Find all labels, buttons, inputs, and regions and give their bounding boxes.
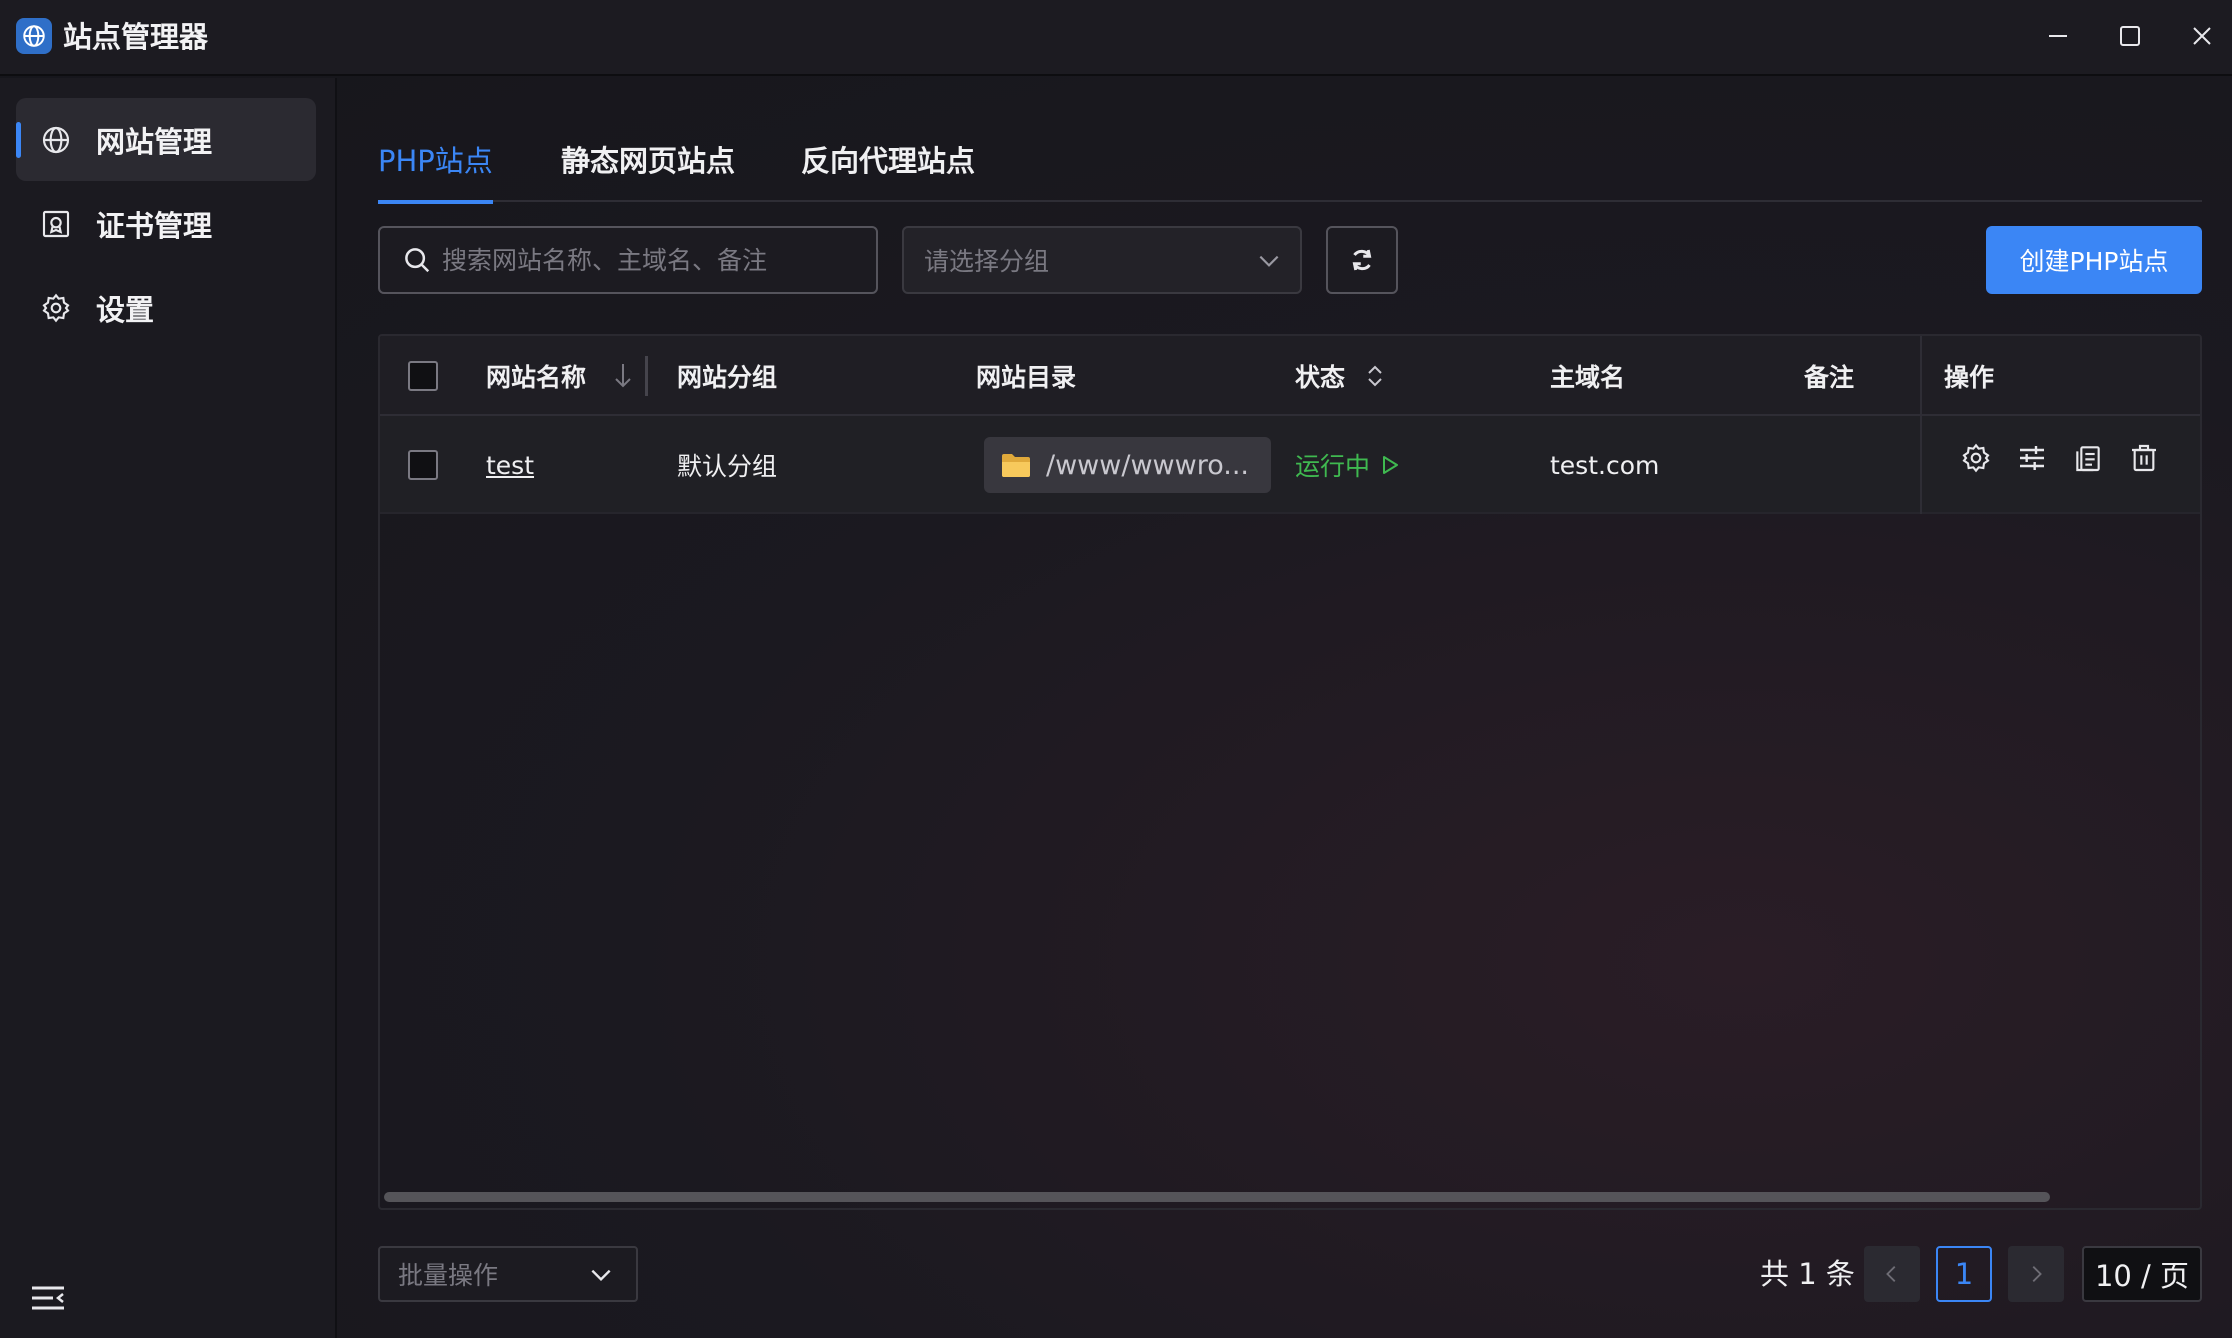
sidebar-item-label: 证书管理	[96, 208, 213, 243]
site-settings-button[interactable]	[1956, 438, 1996, 478]
row-checkbox[interactable]	[408, 450, 438, 480]
title-bar: 站点管理器	[0, 0, 2232, 76]
select-all-checkbox-cell	[408, 336, 438, 416]
gear-icon	[42, 293, 70, 322]
sidebar-item-certificates[interactable]: 证书管理	[16, 182, 316, 265]
maximize-button[interactable]	[2108, 16, 2152, 56]
site-config-button[interactable]	[2012, 438, 2052, 478]
copy-icon	[2076, 446, 2100, 472]
tab-php-sites[interactable]: PHP站点	[378, 138, 493, 204]
column-header-remark: 备注	[1804, 363, 1855, 392]
sidebar-collapse-button[interactable]	[28, 1280, 68, 1316]
minimize-icon	[2049, 35, 2067, 37]
select-all-checkbox[interactable]	[408, 361, 438, 391]
trash-icon	[2132, 444, 2156, 472]
app-window: 站点管理器 网站管理 证书管理 设置 PHP站点 静态网页站点 反向代理站点 搜…	[0, 0, 2232, 1338]
chevron-down-icon	[1259, 255, 1279, 267]
search-input[interactable]	[442, 245, 862, 275]
actions-column	[1920, 336, 2200, 514]
sidebar-item-label: 设置	[96, 292, 155, 327]
globe-icon	[16, 18, 52, 54]
certificate-icon	[42, 210, 70, 237]
create-php-site-button[interactable]: 创建PHP站点	[1986, 226, 2202, 294]
site-group: 默认分组	[677, 452, 778, 481]
search-icon	[405, 248, 430, 273]
chevron-right-icon	[2032, 1266, 2042, 1282]
minimize-button[interactable]	[2036, 16, 2080, 56]
column-resize-handle[interactable]	[645, 356, 648, 396]
batch-actions-select[interactable]: 批量操作	[378, 1246, 638, 1302]
sidebar-item-label: 网站管理	[96, 124, 213, 159]
sidebar-item-settings[interactable]: 设置	[16, 266, 316, 349]
play-icon[interactable]	[1380, 454, 1400, 476]
gear-icon	[1962, 443, 1990, 473]
chevron-down-icon	[591, 1269, 611, 1282]
site-type-tabs: PHP站点 静态网页站点 反向代理站点	[378, 128, 2202, 204]
total-count: 共 1 条	[1760, 1257, 1855, 1291]
folder-icon	[1002, 454, 1030, 477]
column-header-name[interactable]: 网站名称	[486, 336, 586, 416]
sidebar: 网站管理 证书管理 设置	[0, 78, 337, 1338]
menu-collapse-icon	[32, 1286, 64, 1310]
sort-desc-icon[interactable]	[612, 362, 634, 390]
globe-icon	[42, 126, 70, 153]
sort-toggle-icon	[1368, 365, 1382, 387]
column-header-group: 网站分组	[677, 363, 778, 392]
horizontal-scrollbar[interactable]	[384, 1192, 2050, 1202]
page-number-current[interactable]: 1	[1936, 1246, 1992, 1302]
site-directory-chip[interactable]: /www/wwwro...	[984, 437, 1271, 493]
group-select[interactable]: 请选择分组	[902, 226, 1302, 294]
column-header-status[interactable]: 状态	[1295, 336, 1385, 416]
tab-reverse-proxy-sites[interactable]: 反向代理站点	[801, 138, 975, 202]
refresh-button[interactable]	[1326, 226, 1398, 294]
refresh-icon	[1352, 249, 1372, 271]
site-directory-cell: /www/wwwro...	[984, 416, 1271, 514]
column-header-directory: 网站目录	[976, 363, 1077, 392]
close-icon	[2193, 27, 2211, 45]
status-badge: 运行中	[1295, 452, 1371, 481]
batch-actions-placeholder: 批量操作	[398, 1261, 499, 1290]
site-directory-text: /www/wwwro...	[1046, 449, 1249, 481]
sidebar-item-sites[interactable]: 网站管理	[16, 98, 316, 181]
page-size-select[interactable]: 10 / 页	[2082, 1246, 2202, 1302]
prev-page-button[interactable]	[1864, 1246, 1920, 1302]
row-checkbox-cell	[408, 416, 438, 514]
sites-table: 网站名称 网站分组 网站目录 状态 主域名 备注 操作 test 默认分组 /w…	[378, 334, 2202, 1210]
maximize-icon	[2120, 26, 2140, 46]
site-delete-button[interactable]	[2124, 438, 2164, 478]
sliders-icon	[2020, 446, 2044, 470]
tab-static-sites[interactable]: 静态网页站点	[561, 138, 735, 202]
chevron-left-icon	[1886, 1266, 1896, 1282]
search-box	[378, 226, 878, 294]
app-title: 站点管理器	[63, 20, 209, 54]
group-select-placeholder: 请选择分组	[924, 247, 1050, 276]
site-name-link[interactable]: test	[486, 416, 534, 514]
site-status: 运行中	[1295, 416, 1400, 514]
column-header-domain: 主域名	[1550, 363, 1626, 392]
site-copy-button[interactable]	[2068, 438, 2108, 478]
close-button[interactable]	[2180, 16, 2224, 56]
next-page-button[interactable]	[2008, 1246, 2064, 1302]
site-domain: test.com	[1550, 450, 1660, 480]
